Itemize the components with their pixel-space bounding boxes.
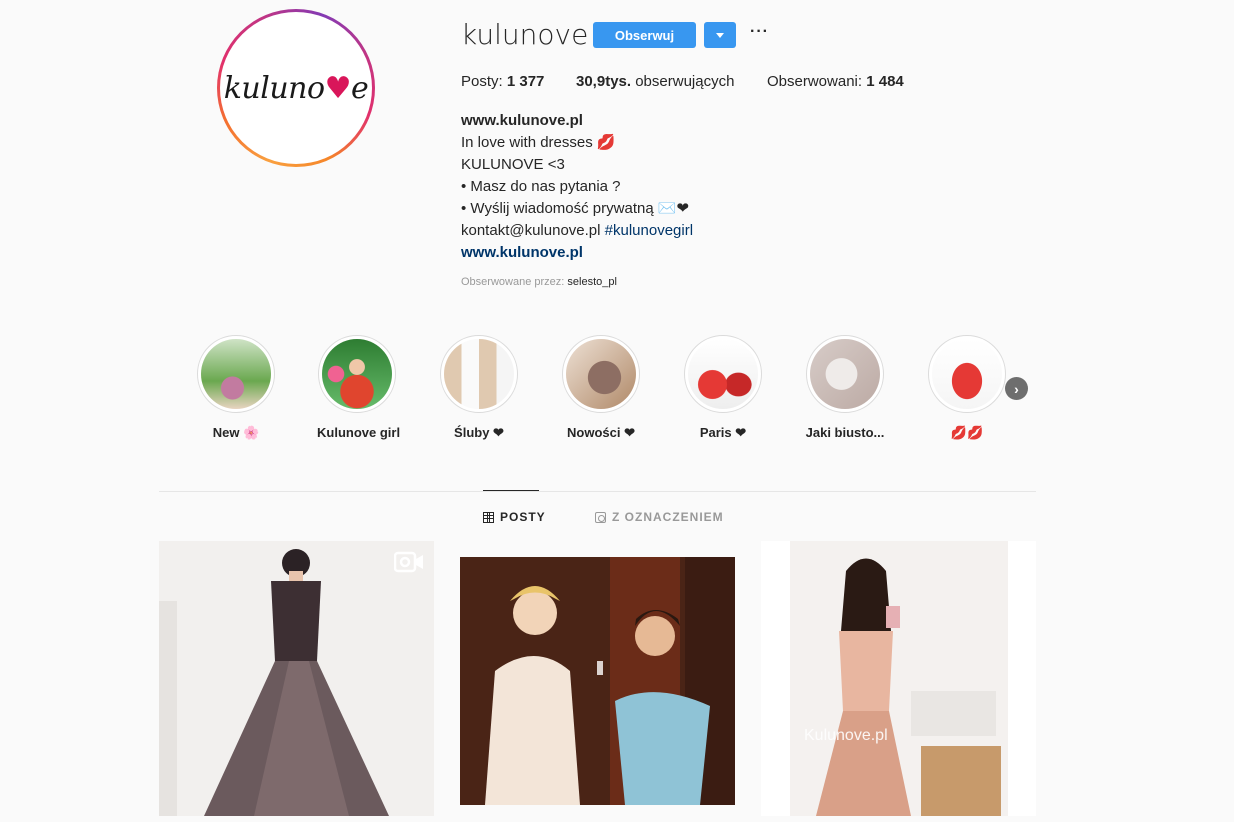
- highlight-label: New 🌸: [212, 425, 260, 440]
- tab-tagged-label: Z OZNACZENIEM: [612, 510, 724, 524]
- following-value: 1 484: [866, 73, 904, 90]
- avatar-border: kuluno♥e: [220, 12, 372, 164]
- highlight-cover: [444, 339, 514, 409]
- followers-label: obserwujących: [635, 73, 735, 90]
- tabs-divider: [159, 491, 1036, 492]
- followed-by-user[interactable]: selesto_pl: [567, 276, 617, 288]
- logo-text: kuluno♥e: [223, 70, 369, 106]
- bio-contact-line: kontakt@kulunove.pl #kulunovegirl: [461, 220, 693, 242]
- bio-line: • Masz do nas pytania ?: [461, 178, 621, 195]
- active-tab-indicator: [483, 490, 539, 491]
- suggestions-dropdown-button[interactable]: [704, 22, 736, 48]
- chevron-down-icon: [716, 32, 724, 38]
- bio-line: KULUNOVE <3: [461, 156, 565, 173]
- bio-line: • Wyślij wiadomość prywatną ✉️❤: [461, 200, 690, 217]
- story-highlights: New 🌸 Kulunove girl Śluby ❤ Nowości ❤ Pa…: [0, 335, 1234, 445]
- followers-count[interactable]: 30,9tys. obserwujących: [576, 73, 734, 90]
- post-image: [159, 541, 434, 816]
- bio-hashtag-link[interactable]: #kulunovegirl: [605, 222, 693, 239]
- post-image: [761, 541, 1036, 816]
- highlight-cover: [810, 339, 880, 409]
- followed-by: Obserwowane przez: selesto_pl: [461, 276, 617, 288]
- highlight-label: Paris ❤: [699, 425, 747, 440]
- highlight-cover: [322, 339, 392, 409]
- followed-by-label: Obserwowane przez:: [461, 276, 565, 288]
- highlight-cover: [932, 339, 1002, 409]
- profile-avatar[interactable]: kuluno♥e: [217, 9, 375, 167]
- follow-button[interactable]: Obserwuj: [593, 22, 696, 48]
- highlight-label: Jaki biusto...: [805, 425, 885, 440]
- post-watermark: Kulunove.pl: [804, 727, 888, 744]
- username: kulunove: [461, 18, 589, 51]
- bio-website-link[interactable]: www.kulunove.pl: [461, 244, 583, 261]
- following-count[interactable]: Obserwowani: 1 484: [767, 73, 904, 90]
- posts-count: Posty: 1 377: [461, 73, 544, 90]
- tab-posts[interactable]: POSTY: [483, 510, 546, 524]
- chevron-right-icon[interactable]: ›: [1005, 377, 1028, 400]
- post-thumbnail[interactable]: [460, 541, 735, 816]
- highlight-label: 💋💋: [950, 425, 984, 440]
- highlight-cover: [688, 339, 758, 409]
- avatar-logo: kuluno♥e: [223, 15, 369, 161]
- bio-line: In love with dresses 💋: [461, 134, 616, 151]
- highlight-item[interactable]: Paris ❤: [683, 335, 763, 441]
- highlight-item[interactable]: New 🌸: [196, 335, 276, 441]
- video-icon: [394, 551, 423, 573]
- highlight-item[interactable]: Kulunove girl: [317, 335, 401, 440]
- highlight-item[interactable]: 💋💋: [927, 335, 1007, 441]
- bio-email: kontakt@kulunove.pl: [461, 222, 601, 239]
- highlight-item[interactable]: Jaki biusto...: [805, 335, 885, 440]
- highlight-label: Śluby ❤: [454, 425, 504, 440]
- tag-icon: [595, 511, 606, 523]
- highlight-cover: [201, 339, 271, 409]
- highlight-item[interactable]: Nowości ❤: [561, 335, 641, 441]
- followers-value: 30,9tys.: [576, 73, 632, 90]
- tab-tagged[interactable]: Z OZNACZENIEM: [595, 510, 724, 524]
- highlight-label: Nowości ❤: [567, 425, 635, 440]
- post-thumbnail[interactable]: Kulunove.pl: [761, 541, 1036, 816]
- highlight-label: Kulunove girl: [317, 425, 401, 440]
- highlight-item[interactable]: Śluby ❤: [439, 335, 519, 441]
- grid-icon: [483, 511, 494, 523]
- bio: www.kulunove.pl In love with dresses 💋 K…: [461, 110, 693, 264]
- highlight-cover: [566, 339, 636, 409]
- post-thumbnail[interactable]: [159, 541, 434, 816]
- more-dots-icon[interactable]: ···: [750, 24, 769, 40]
- posts-value: 1 377: [506, 73, 545, 90]
- posts-label: Posty:: [461, 73, 503, 90]
- logo-heart-icon: ♥: [324, 70, 352, 106]
- bio-website-title: www.kulunove.pl: [461, 112, 583, 129]
- following-label: Obserwowani:: [767, 73, 863, 90]
- post-image: [460, 541, 735, 816]
- tab-posts-label: POSTY: [500, 510, 546, 524]
